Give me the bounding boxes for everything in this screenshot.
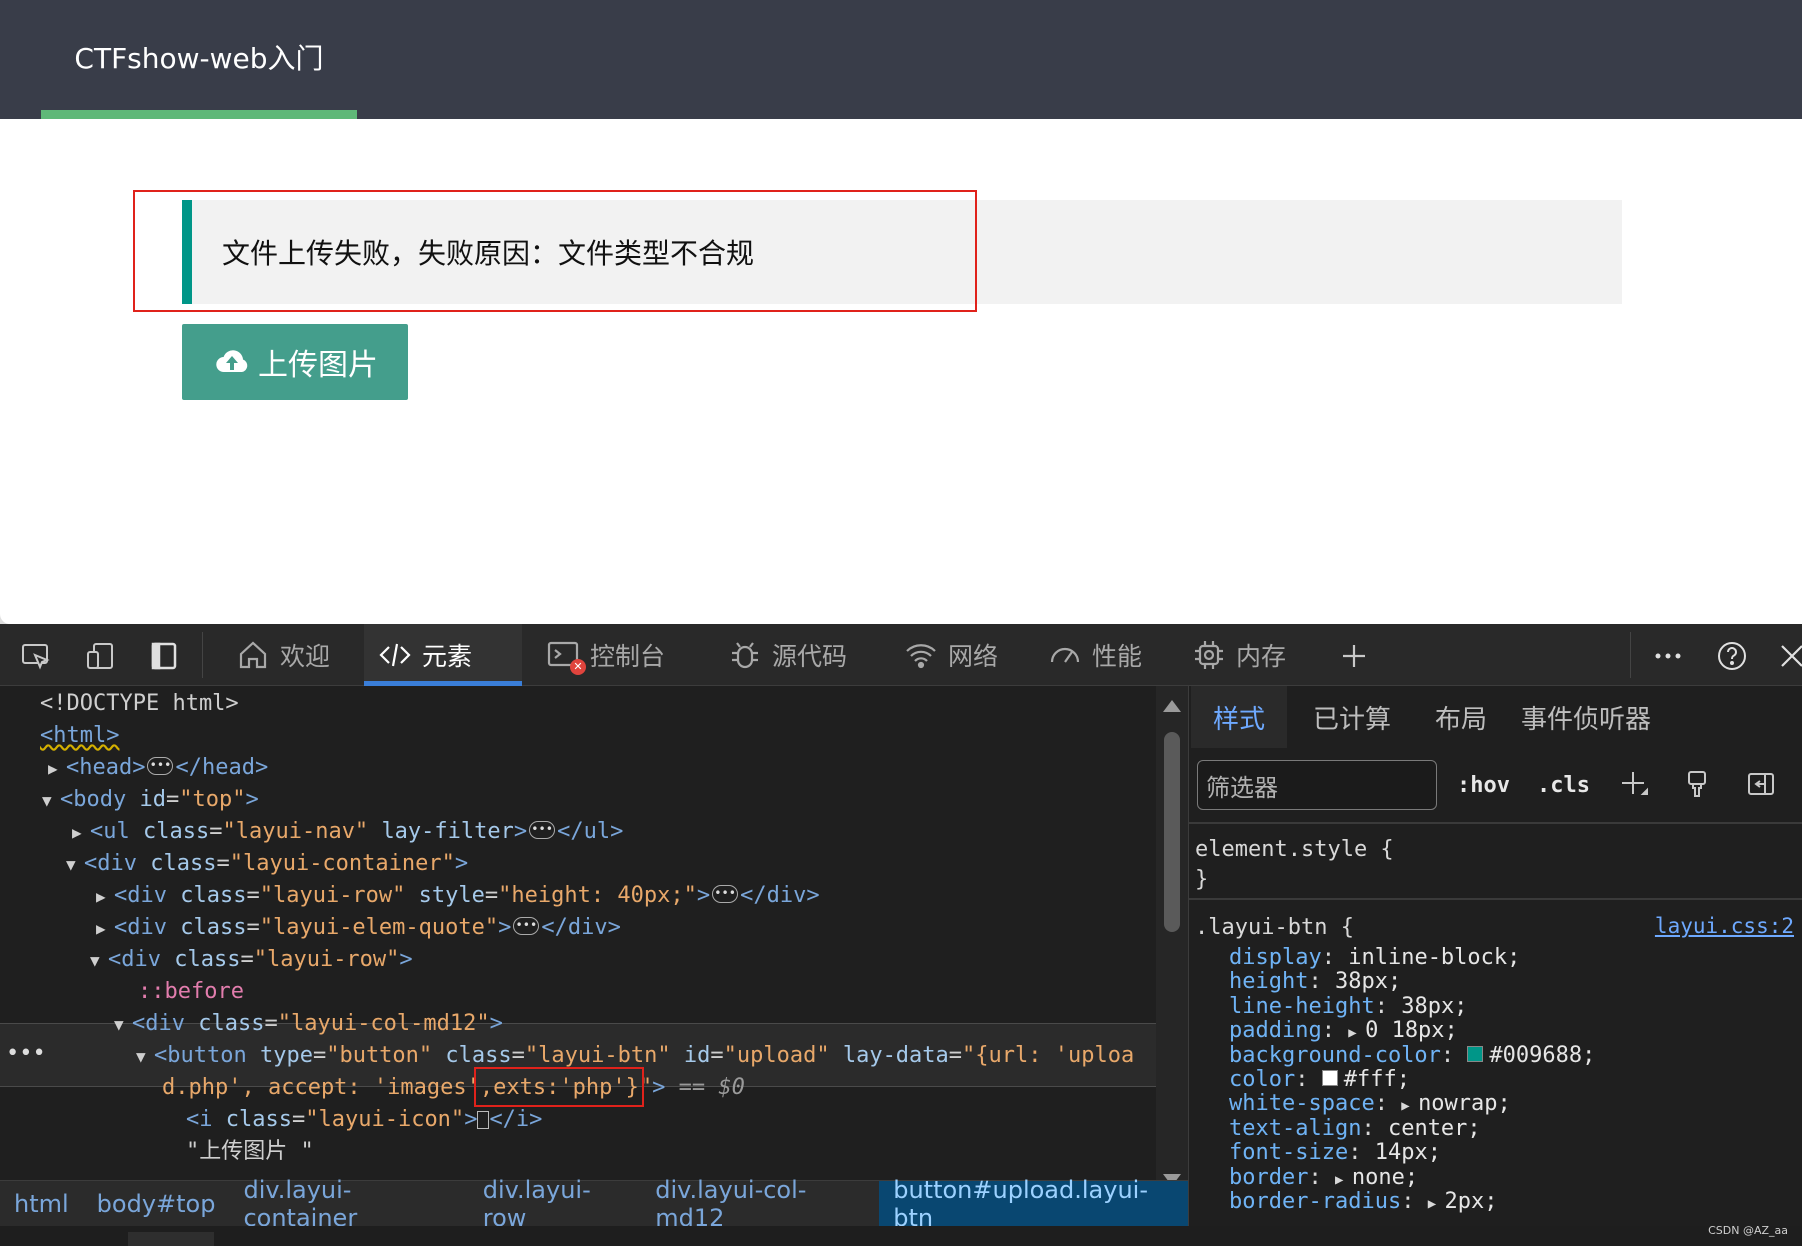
dom-head[interactable]: ▶ <head> ••• </head> <box>48 752 268 784</box>
device-emulation-icon[interactable] <box>82 638 118 674</box>
devtools-panel: 欢迎 元素 ✕ 控制台 源代码 网络 性能 内存 <!DOCTYPE html>… <box>0 624 1802 1246</box>
top-nav: CTFshow-web入门 <box>0 0 1802 119</box>
chip-icon <box>1195 641 1223 669</box>
toggle-sidebar-icon[interactable] <box>1741 764 1781 804</box>
tab-elements-label: 元素 <box>422 642 473 671</box>
tab-welcome-label: 欢迎 <box>280 642 331 671</box>
nav-item-title[interactable]: CTFshow-web入门 <box>41 0 357 119</box>
toolbar-divider-right <box>1630 632 1631 678</box>
element-style-close: } <box>1195 867 1209 892</box>
toolbar-divider <box>202 632 203 678</box>
tab-elements[interactable]: 元素 <box>364 624 522 686</box>
tab-performance[interactable]: 性能 <box>1034 624 1156 686</box>
dom-body[interactable]: ▼ <body id="top"> <box>42 784 259 816</box>
expand-arrow-icon: ▶ <box>1348 1025 1366 1042</box>
upload-image-button[interactable]: 上传图片 <box>182 324 408 400</box>
paint-brush-icon[interactable] <box>1677 764 1717 804</box>
dom-div-container[interactable]: ▼ <div class="layui-container"> <box>66 848 468 880</box>
dom-div-quote[interactable]: ▶ <div class="layui-elem-quote"> ••• </div> <box>96 912 621 944</box>
expand-arrow-icon: ▶ <box>1427 1196 1445 1212</box>
bottom-drawer-tab[interactable] <box>128 1232 214 1246</box>
tab-performance-label: 性能 <box>1092 642 1143 671</box>
dom-row-menu-icon[interactable]: ••• <box>6 1038 46 1070</box>
rule-selector[interactable]: .layui-btn { <box>1195 914 1354 942</box>
expand-arrow-icon: ▶ <box>1334 1171 1352 1188</box>
scroll-up-icon[interactable] <box>1163 700 1181 712</box>
wifi-icon <box>906 644 936 669</box>
error-badge-icon: ✕ <box>570 659 586 675</box>
inspect-element-icon[interactable] <box>18 638 54 674</box>
cls-button[interactable]: .cls <box>1537 764 1590 806</box>
tab-console-label: 控制台 <box>590 642 666 671</box>
scroll-thumb[interactable] <box>1164 732 1180 932</box>
dock-side-icon[interactable] <box>146 638 182 674</box>
dom-before-pseudo[interactable]: ::before <box>138 976 244 1008</box>
breadcrumb-container[interactable]: div.layui-container <box>229 1176 468 1232</box>
watermark: CSDN @AZ_aa <box>1708 1224 1788 1237</box>
rule-source-link[interactable]: layui.css:2 <box>1655 914 1794 938</box>
breadcrumb: html body#top div.layui-container div.la… <box>0 1176 1188 1232</box>
dom-i-icon[interactable]: <i class="layui-icon"> </i> <box>186 1104 542 1136</box>
dom-scrollbar[interactable] <box>1156 686 1188 1202</box>
bug-icon <box>732 642 758 669</box>
dom-div-row-style[interactable]: ▶ <div class="layui-row" style="height: 4… <box>96 880 820 912</box>
breadcrumb-col[interactable]: div.layui-col-md12 <box>641 1176 879 1232</box>
dom-button-upload-cont[interactable]: d.php', accept: 'images',exts:'php'}"> =… <box>162 1072 745 1104</box>
tab-welcome[interactable]: 欢迎 <box>222 624 344 686</box>
breadcrumb-button[interactable]: button#upload.layui-btn <box>879 1176 1188 1232</box>
dom-html[interactable]: <html> <box>40 720 119 752</box>
code-icon <box>379 643 411 667</box>
home-icon <box>239 641 267 669</box>
highlight-box-exts <box>474 1067 644 1107</box>
cloud-upload-icon <box>216 350 248 373</box>
new-rule-icon[interactable] <box>1613 764 1653 804</box>
tab-network-label: 网络 <box>948 642 999 671</box>
bottom-strip <box>0 1226 1802 1246</box>
tab-event-listeners[interactable]: 事件侦听器 <box>1499 686 1673 748</box>
tab-sources[interactable]: 源代码 <box>714 624 861 686</box>
styles-pane: 样式 已计算 布局 事件侦听器 筛选器 :hov .cls element.st… <box>1188 686 1802 1242</box>
hov-button[interactable]: :hov <box>1457 764 1510 806</box>
dom-text-node[interactable]: "上传图片 " <box>186 1136 314 1168</box>
highlight-box-quote <box>133 190 977 312</box>
css-declaration[interactable]: border-radius: ▶ 2px; <box>1229 1188 1498 1216</box>
styles-filter-input[interactable]: 筛选器 <box>1197 760 1437 810</box>
tab-layout[interactable]: 布局 <box>1413 686 1509 748</box>
breadcrumb-html[interactable]: html <box>0 1181 83 1227</box>
web-page: CTFshow-web入门 文件上传失败，失败原因：文件类型不合规 上传图片 <box>0 0 1802 624</box>
tab-memory[interactable]: 内存 <box>1178 624 1300 686</box>
divider <box>1189 898 1802 900</box>
dom-ul-nav[interactable]: ▶ <ul class="layui-nav" lay-filter> ••• </u… <box>72 816 623 848</box>
add-tab-icon[interactable] <box>1336 638 1372 674</box>
color-swatch <box>1321 1070 1338 1086</box>
dom-doctype[interactable]: <!DOCTYPE html> <box>40 688 239 720</box>
glyph-box-icon <box>477 1111 490 1129</box>
tab-console[interactable]: ✕ 控制台 <box>532 624 679 686</box>
breadcrumb-body[interactable]: body#top <box>83 1181 230 1227</box>
styles-tabs: 样式 已计算 布局 事件侦听器 <box>1189 686 1802 748</box>
collapsed-ellipsis-icon: ••• <box>147 757 174 775</box>
upload-button-label: 上传图片 <box>258 348 378 383</box>
more-options-icon[interactable] <box>1650 638 1686 674</box>
help-icon[interactable] <box>1714 638 1750 674</box>
dom-div-col[interactable]: ▼ <div class="layui-col-md12"> <box>114 1008 503 1040</box>
devtools-toolbar: 欢迎 元素 ✕ 控制台 源代码 网络 性能 内存 <box>0 624 1802 686</box>
tab-network[interactable]: 网络 <box>890 624 1012 686</box>
dom-tree: <!DOCTYPE html> <html> ▶ <head> ••• </head>… <box>0 686 1156 1202</box>
tab-computed[interactable]: 已计算 <box>1291 686 1413 748</box>
close-devtools-icon[interactable] <box>1774 638 1802 674</box>
divider <box>1189 822 1802 824</box>
tab-styles[interactable]: 样式 <box>1191 686 1288 748</box>
tab-sources-label: 源代码 <box>772 642 848 671</box>
expand-arrow-icon: ▶ <box>1401 1098 1419 1115</box>
gauge-icon <box>1050 647 1080 663</box>
nav-active-underline <box>41 110 357 119</box>
tab-memory-label: 内存 <box>1236 642 1287 671</box>
color-swatch <box>1467 1045 1484 1062</box>
element-style-open[interactable]: element.style { <box>1195 836 1394 864</box>
breadcrumb-row[interactable]: div.layui-row <box>469 1176 642 1232</box>
dom-div-row[interactable]: ▼ <div class="layui-row"> <box>90 944 413 976</box>
